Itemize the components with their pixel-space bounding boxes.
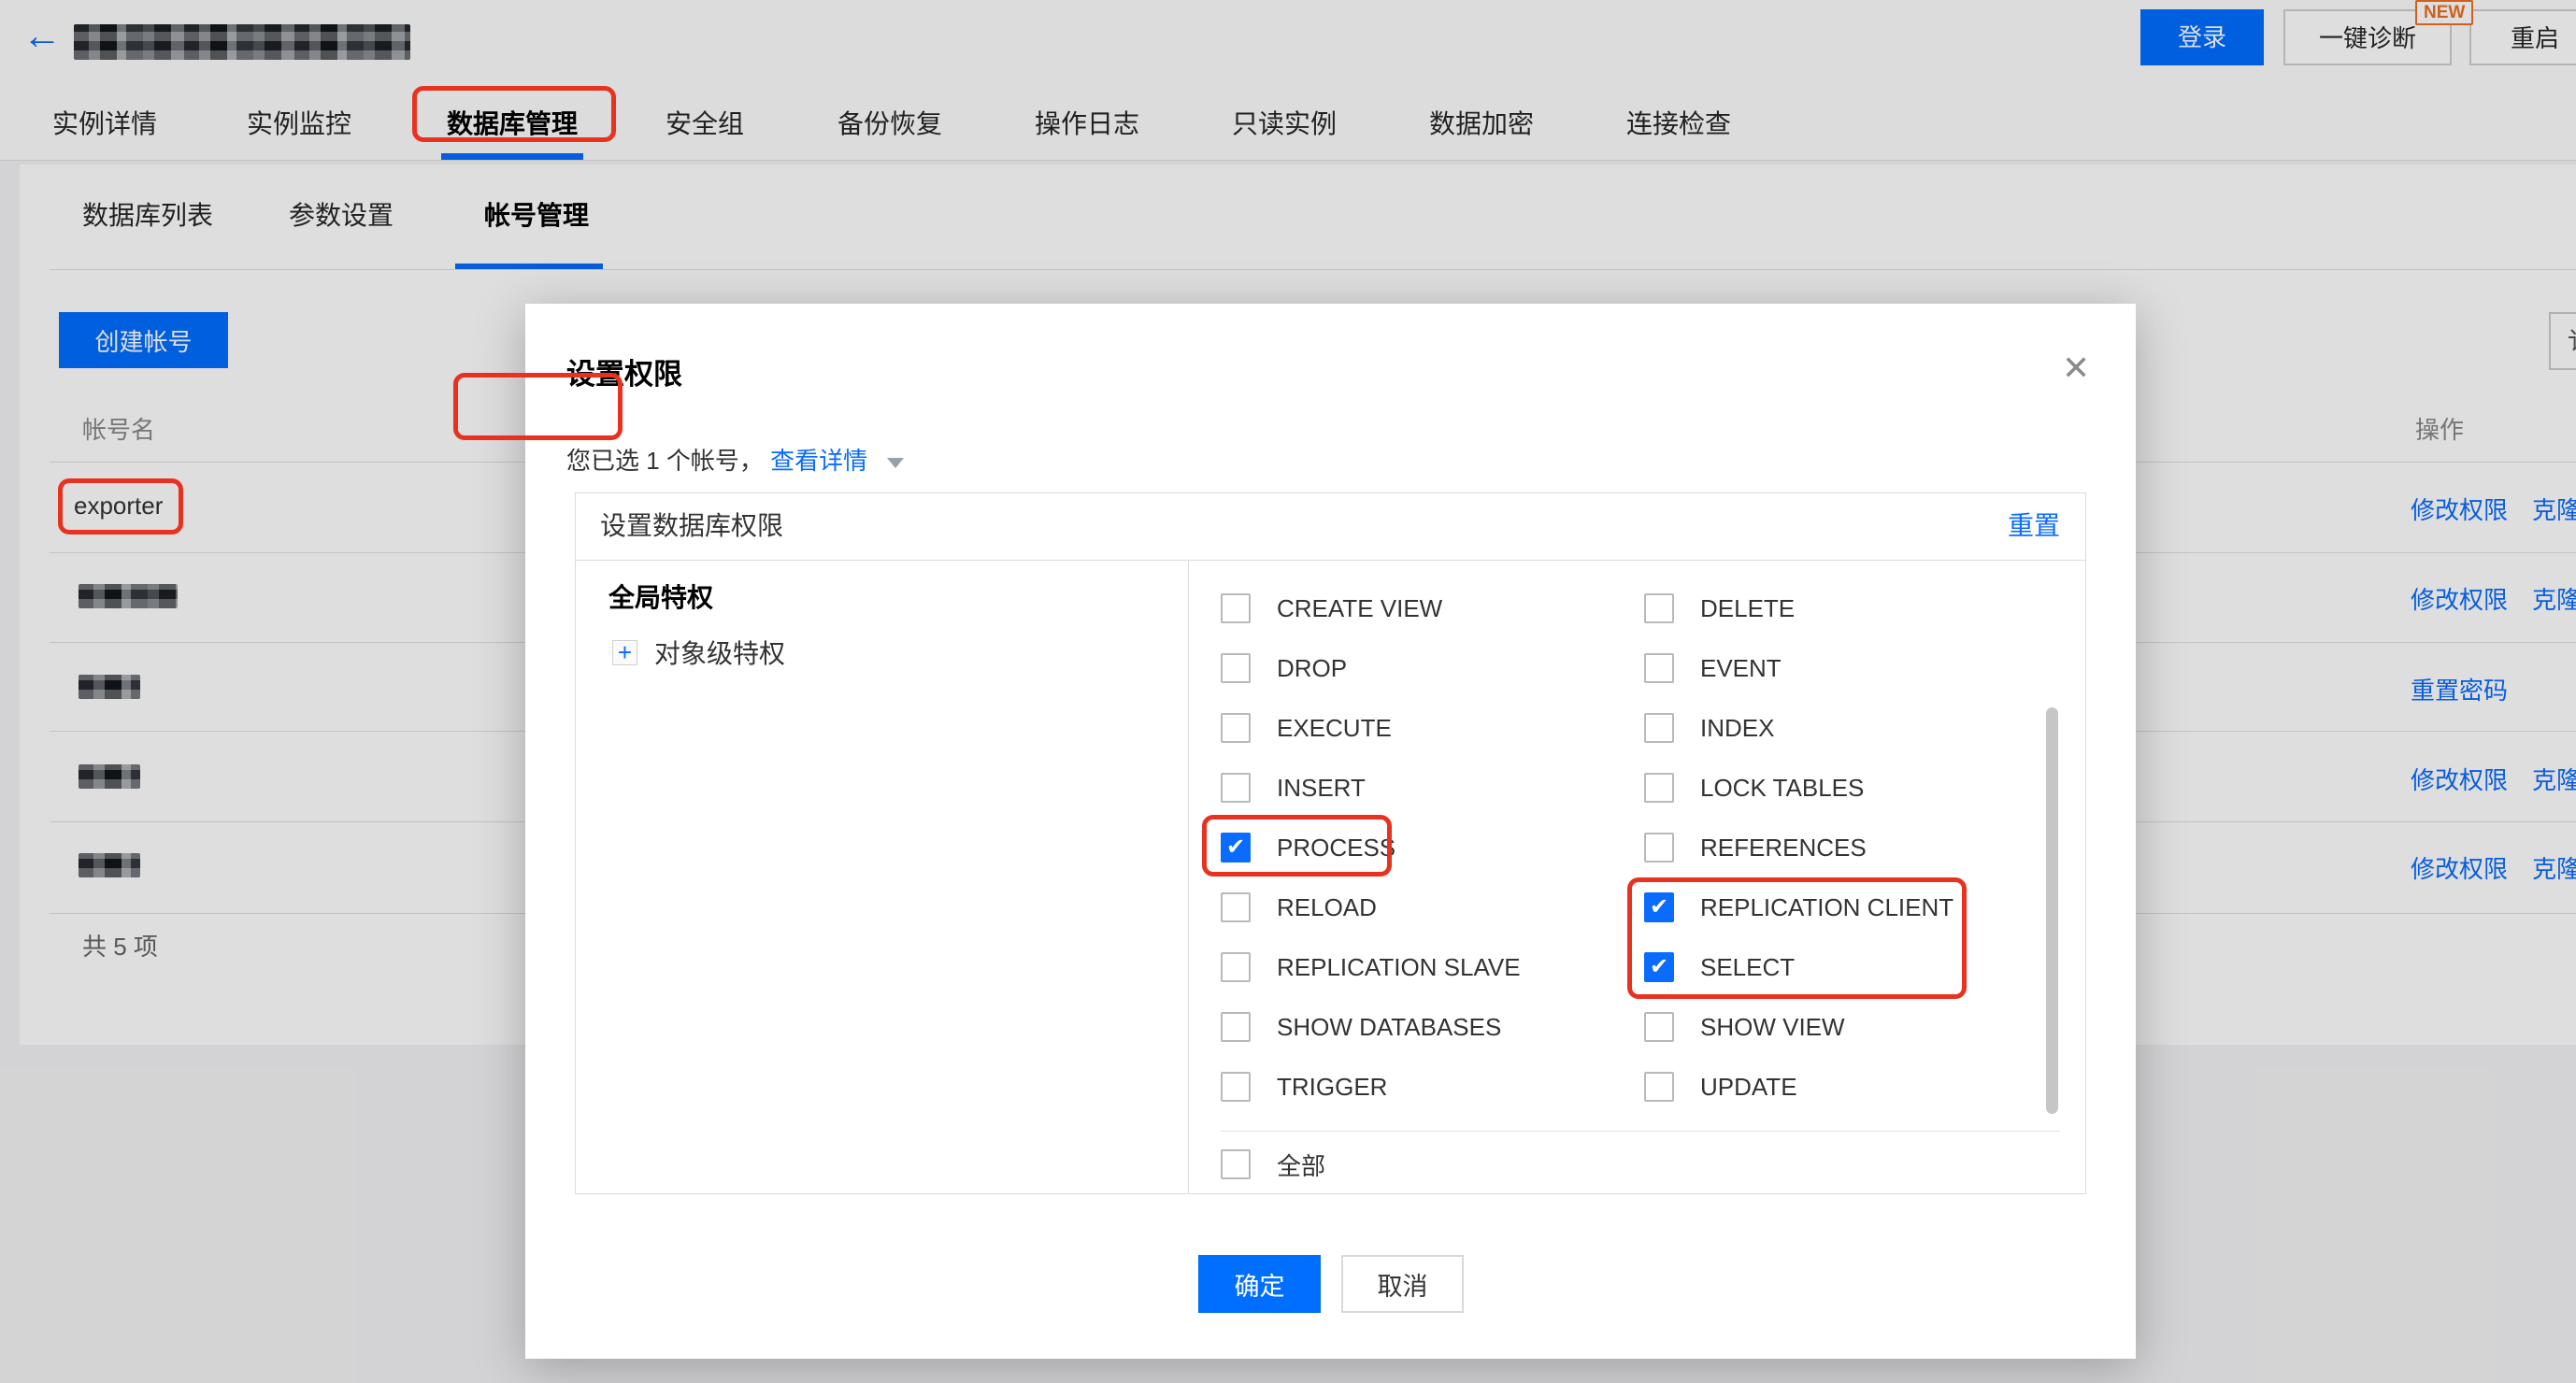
privilege-item-lock-tables: LOCK TABLES	[1644, 773, 2085, 803]
privilege-item-全部: 全部	[1221, 1148, 1325, 1182]
checkbox-label: INDEX	[1700, 714, 1774, 743]
privilege-row: INSERT LOCK TABLES	[1189, 758, 2085, 818]
close-icon[interactable]: ✕	[2062, 349, 2090, 388]
checkbox-process[interactable]: ✔	[1221, 833, 1251, 863]
privilege-item-show-view: SHOW VIEW	[1644, 1012, 2085, 1042]
privilege-item-create-view: CREATE VIEW	[1221, 593, 1644, 623]
database-permission-panel: 设置数据库权限 重置 全局特权 + 对象级特权 CREATE VIEW DELET…	[575, 492, 2086, 1194]
checkbox-drop[interactable]	[1221, 653, 1251, 683]
checkbox-label: CREATE VIEW	[1277, 594, 1442, 623]
privilege-row: DROP EVENT	[1189, 638, 2085, 698]
checkbox-label: EXECUTE	[1277, 714, 1392, 743]
privilege-item-delete: DELETE	[1644, 593, 2085, 623]
global-privilege-label: 全局特权	[608, 577, 713, 615]
checkbox-index[interactable]	[1644, 713, 1674, 743]
checkbox-label: REPLICATION SLAVE	[1277, 953, 1521, 982]
checkbox-label: SHOW DATABASES	[1277, 1013, 1501, 1042]
checkbox-label: DROP	[1277, 654, 1347, 683]
set-permissions-modal: 设置权限 ✕ 您已选 1 个帐号， 查看详情 设置数据库权限 重置 全局特权 +…	[525, 304, 2136, 1359]
privilege-item-replication-slave: REPLICATION SLAVE	[1221, 952, 1644, 982]
checkbox-delete[interactable]	[1644, 593, 1674, 623]
privilege-item-drop: DROP	[1221, 653, 1644, 683]
checkbox-label: INSERT	[1277, 774, 1366, 803]
checkbox-references[interactable]	[1644, 833, 1674, 863]
checkbox-label: DELETE	[1700, 594, 1795, 623]
checkbox-label: UPDATE	[1700, 1073, 1797, 1102]
checkbox-show-view[interactable]	[1644, 1012, 1674, 1042]
checkbox-全部[interactable]	[1221, 1149, 1251, 1179]
privilege-row: ✔ PROCESS REFERENCES	[1189, 818, 2085, 877]
checkbox-label: LOCK TABLES	[1700, 774, 1864, 803]
select-all-checkbox[interactable]: 全部	[1221, 1146, 1325, 1183]
checkbox-event[interactable]	[1644, 653, 1674, 683]
checkbox-trigger[interactable]	[1221, 1072, 1251, 1102]
privilege-item-event: EVENT	[1644, 653, 2085, 683]
checkbox-replication-slave[interactable]	[1221, 952, 1251, 982]
cancel-button[interactable]: 取消	[1341, 1255, 1464, 1313]
checkbox-label: REPLICATION CLIENT	[1700, 893, 1953, 922]
checkbox-label: TRIGGER	[1277, 1073, 1387, 1102]
privilege-item-reload: RELOAD	[1221, 892, 1644, 922]
panel-title: 设置数据库权限	[600, 493, 783, 560]
privilege-item-update: UPDATE	[1644, 1072, 2085, 1102]
privilege-item-insert: INSERT	[1221, 773, 1644, 803]
privilege-item-references: REFERENCES	[1644, 833, 2085, 863]
privilege-item-index: INDEX	[1644, 713, 2085, 743]
privilege-item-process: ✔ PROCESS	[1221, 833, 1644, 863]
checkbox-label: SELECT	[1700, 953, 1795, 982]
view-detail-link[interactable]: 查看详情	[770, 447, 867, 475]
selected-prefix-text: 您已选 1 个帐号，	[566, 447, 764, 475]
checkbox-execute[interactable]	[1221, 713, 1251, 743]
privilege-row: TRIGGER UPDATE	[1189, 1057, 2085, 1117]
privilege-row: EXECUTE INDEX	[1189, 698, 2085, 758]
privilege-tree-pane: 全局特权 + 对象级特权	[576, 561, 1189, 1193]
checkbox-label: EVENT	[1700, 654, 1782, 683]
checkbox-label: RELOAD	[1277, 893, 1377, 922]
ok-button[interactable]: 确定	[1198, 1255, 1321, 1313]
checkbox-replication-client[interactable]: ✔	[1644, 892, 1674, 922]
privilege-row: CREATE VIEW DELETE	[1189, 578, 2085, 638]
expand-plus-icon[interactable]: +	[612, 640, 637, 665]
privilege-item-execute: EXECUTE	[1221, 713, 1644, 743]
privilege-item-select: ✔ SELECT	[1644, 952, 2085, 982]
privilege-item-show-databases: SHOW DATABASES	[1221, 1012, 1644, 1042]
selected-account-line: 您已选 1 个帐号， 查看详情	[566, 442, 904, 477]
checkbox-label: PROCESS	[1277, 834, 1395, 863]
reset-link[interactable]: 重置	[2008, 493, 2060, 560]
checkbox-label: REFERENCES	[1700, 834, 1867, 863]
checkbox-select[interactable]: ✔	[1644, 952, 1674, 982]
privilege-checkbox-pane: CREATE VIEW DELETE DROP EVENT EXECUTE INDEX IN…	[1189, 561, 2085, 1193]
checkbox-label: SHOW VIEW	[1700, 1013, 1845, 1042]
checkbox-label: 全部	[1277, 1148, 1325, 1182]
privilege-row: REPLICATION SLAVE ✔ SELECT	[1189, 937, 2085, 997]
scrollbar-thumb[interactable]	[2046, 707, 2058, 1114]
checkbox-update[interactable]	[1644, 1072, 1674, 1102]
privilege-row: SHOW DATABASES SHOW VIEW	[1189, 997, 2085, 1057]
object-privilege-label: 对象级特权	[654, 634, 785, 671]
checkbox-insert[interactable]	[1221, 773, 1251, 803]
checkbox-show-databases[interactable]	[1221, 1012, 1251, 1042]
checkbox-create-view[interactable]	[1221, 593, 1251, 623]
modal-title: 设置权限	[566, 350, 682, 392]
privilege-row: RELOAD ✔ REPLICATION CLIENT	[1189, 877, 2085, 937]
select-all-divider	[1221, 1131, 2060, 1132]
checkbox-reload[interactable]	[1221, 892, 1251, 922]
object-privilege-node[interactable]: + 对象级特权	[612, 634, 785, 671]
chevron-down-icon[interactable]	[887, 458, 904, 468]
privilege-item-trigger: TRIGGER	[1221, 1072, 1644, 1102]
privilege-item-replication-client: ✔ REPLICATION CLIENT	[1644, 892, 2085, 922]
checkbox-lock-tables[interactable]	[1644, 773, 1674, 803]
